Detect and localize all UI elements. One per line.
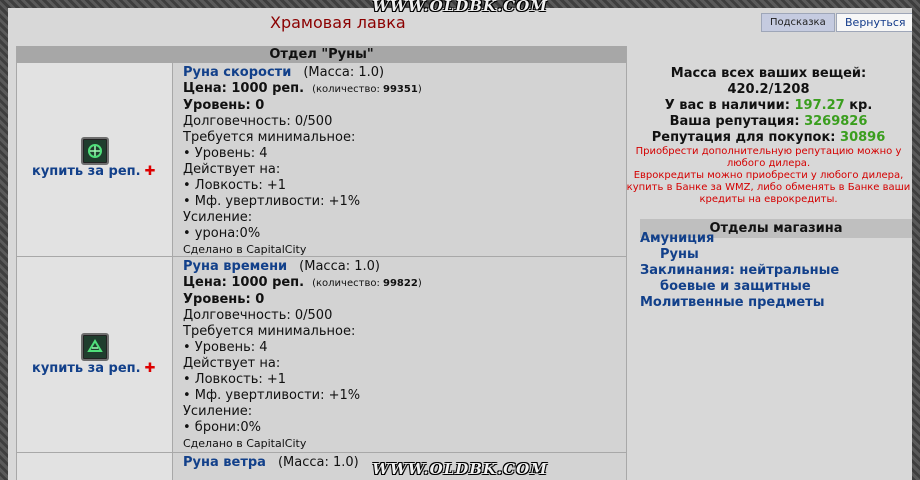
item-price: Цена: 1000 реп. [183, 81, 305, 96]
category-link-prayer-items[interactable]: Молитвенные предметы [640, 295, 824, 310]
buy-button[interactable]: купить за реп. ✚ [32, 164, 155, 179]
item-boost-value: • брони:0% [183, 420, 261, 435]
item-level: Уровень: 0 [183, 98, 265, 113]
item-durability: Долговечность: 0/500 [183, 308, 333, 323]
reputation-line: Ваша репутация: 3269826 [669, 114, 868, 129]
hint-button[interactable]: Подсказка [761, 13, 835, 32]
item-level: Уровень: 0 [183, 292, 265, 307]
account-summary: Масса всех ваших вещей: 420.2/1208 У вас… [625, 66, 912, 206]
item-req-level: • Уровень: 4 [183, 146, 268, 161]
item-info: Руна скорости (Масса: 1.0) Цена: 1000 реп… [173, 63, 626, 256]
department-header: Отдел "Руны" [17, 46, 626, 63]
mass-value: 420.2/1208 [727, 82, 810, 97]
buy-button[interactable]: купить за реп. ✚ [32, 361, 155, 376]
watermark-bottom: WWW.OLDBK.COM [372, 460, 548, 478]
item-boost: Усиление: [183, 404, 253, 419]
back-button[interactable]: Вернуться [836, 13, 912, 32]
item-price: Цена: 1000 реп. [183, 275, 305, 290]
item-effect: • Ловкость: +1 [183, 372, 287, 387]
buy-label: купить за реп. [32, 361, 141, 376]
buy-reputation-line: Репутация для покупок: 30896 [651, 130, 886, 145]
category-link-runes[interactable]: Руны [660, 247, 699, 262]
item-effect: • Мф. увертливости: +1% [183, 194, 361, 209]
items-table: Отдел "Руны" купить за реп. ✚ Руна скорос… [16, 46, 627, 480]
time-rune-icon [81, 333, 109, 361]
page-title: Храмовая лавка [270, 13, 406, 32]
item-durability: Долговечность: 0/500 [183, 114, 333, 129]
category-link-ammo[interactable]: Амуниция [640, 231, 714, 246]
item-mass: (Масса: 1.0) [303, 65, 385, 80]
item-buy-cell [17, 453, 173, 480]
plus-icon: ✚ [144, 164, 156, 179]
item-req-level: • Уровень: 4 [183, 340, 268, 355]
watermark-top: WWW.OLDBK.COM [372, 0, 548, 15]
item-row: купить за реп. ✚ Руна скорости (Масса: 1.0… [17, 63, 626, 257]
item-effect: • Ловкость: +1 [183, 178, 287, 193]
item-name[interactable]: Руна скорости [183, 65, 291, 80]
item-row: купить за реп. ✚ Руна времени (Масса: 1.0)… [17, 257, 626, 453]
item-buy-cell: купить за реп. ✚ [17, 257, 173, 452]
item-requires: Требуется минимальное: [183, 130, 356, 145]
item-requires: Требуется минимальное: [183, 324, 356, 339]
speed-rune-icon [81, 137, 109, 165]
item-mass: (Масса: 1.0) [299, 259, 380, 274]
item-made-in: Сделано в CapitalCity [183, 243, 307, 256]
item-name[interactable]: Руна ветра [183, 455, 266, 470]
shop-panel: Храмовая лавка Подсказка Вернуться Отдел… [8, 8, 912, 480]
item-name[interactable]: Руна времени [183, 259, 287, 274]
item-boost-value: • урона:0% [183, 226, 261, 241]
category-link-spells-combat[interactable]: боевые и защитные [660, 279, 811, 294]
item-acts-on: Действует на: [183, 356, 281, 371]
money-value: 197.27 [794, 98, 845, 113]
plus-icon: ✚ [144, 361, 156, 376]
item-made-in: Сделано в CapitalCity [183, 437, 307, 450]
item-boost: Усиление: [183, 210, 253, 225]
item-acts-on: Действует на: [183, 162, 281, 177]
item-effect: • Мф. увертливости: +1% [183, 388, 361, 403]
item-info: Руна времени (Масса: 1.0) Цена: 1000 реп.… [173, 257, 626, 452]
eurocredits-note: Еврокредиты можно приобрести у любого ди… [626, 170, 911, 205]
money-line: У вас в наличии: 197.27 кр. [664, 98, 873, 113]
reputation-note: Приобрести дополнительную репутацию можн… [635, 146, 902, 169]
item-buy-cell: купить за реп. ✚ [17, 63, 173, 256]
item-quantity: (количество: 99351) [312, 84, 422, 95]
mass-label: Масса всех ваших вещей: [670, 66, 867, 81]
item-quantity: (количество: 99822) [312, 278, 422, 289]
category-link-spells-neutral[interactable]: Заклинания: нейтральные [640, 263, 839, 278]
reputation-value: 3269826 [804, 114, 868, 129]
item-mass: (Масса: 1.0) [277, 455, 359, 470]
buy-reputation-value: 30896 [840, 130, 886, 145]
buy-label: купить за реп. [32, 164, 141, 179]
